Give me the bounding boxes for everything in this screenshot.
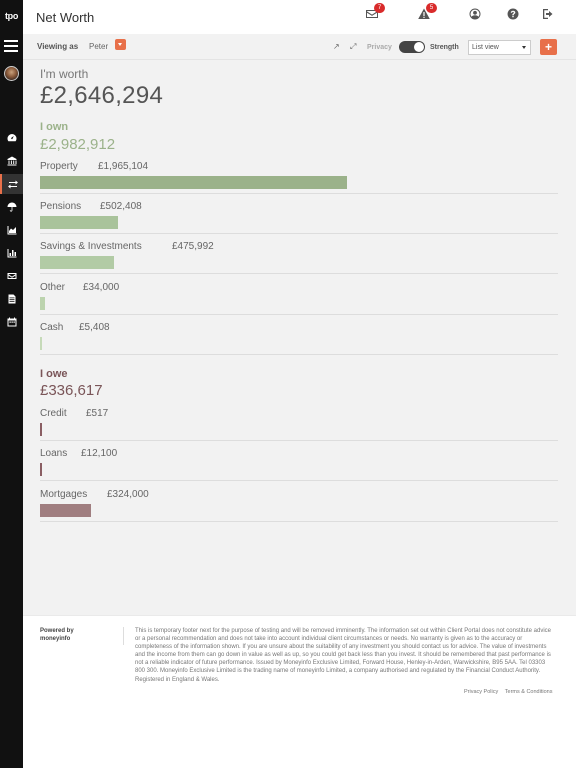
footer: Powered by moneyinfo This is temporary f… (23, 615, 576, 768)
liability-value: £517 (86, 408, 109, 419)
divider (40, 193, 558, 194)
liabilities-label: I owe (40, 368, 68, 380)
messages-icon[interactable]: 7 (366, 3, 385, 21)
transfer-icon[interactable] (0, 174, 23, 194)
envelope-icon[interactable] (0, 266, 23, 286)
asset-value: £475,992 (172, 241, 214, 252)
divider (40, 233, 558, 234)
liability-row-loans[interactable]: Loans £12,100 (40, 448, 558, 488)
bank-icon[interactable] (0, 151, 23, 171)
calendar-icon[interactable] (0, 312, 23, 332)
toolbar: Viewing as Peter ↗ ⤢ Privacy Strength Li… (23, 34, 576, 60)
view-select[interactable]: List view (468, 40, 531, 55)
liability-bar (40, 504, 91, 517)
privacy-policy-link[interactable]: Privacy Policy (464, 689, 498, 695)
asset-row-property[interactable]: Property £1,965,104 (40, 161, 558, 201)
area-chart-icon[interactable] (0, 220, 23, 240)
warning-icon[interactable]: 5 (418, 3, 437, 21)
viewing-as-label: Viewing as (37, 42, 79, 51)
liability-row-mortgages[interactable]: Mortgages £324,000 (40, 489, 558, 529)
add-button[interactable]: + (540, 39, 557, 55)
worth-value: £2,646,294 (40, 82, 164, 109)
assets-total: £2,982,912 (40, 136, 116, 153)
viewer-dropdown-button[interactable] (115, 39, 126, 50)
divider (40, 354, 558, 355)
liability-bar (40, 463, 42, 476)
dashboard-icon[interactable] (0, 128, 23, 148)
liability-label: Loans (40, 448, 68, 459)
user-icon[interactable] (469, 7, 483, 21)
asset-bar (40, 216, 118, 229)
asset-bar (40, 176, 347, 189)
liabilities-total: £336,617 (40, 382, 103, 399)
liability-value: £324,000 (107, 489, 149, 500)
asset-value: £34,000 (83, 282, 120, 293)
app-logo[interactable]: tpo (0, 11, 23, 21)
liability-value: £12,100 (81, 448, 118, 459)
alerts-badge: 5 (426, 3, 437, 13)
asset-label: Savings & Investments (40, 241, 142, 252)
footer-disclaimer: This is temporary footer next for the pu… (135, 628, 551, 683)
asset-row-savings-investments[interactable]: Savings & Investments £475,992 (40, 241, 558, 281)
asset-bar (40, 337, 42, 350)
divider (40, 314, 558, 315)
privacy-label: Privacy (367, 44, 392, 51)
messages-badge: 7 (374, 3, 385, 13)
terms-link[interactable]: Terms & Conditions (505, 689, 553, 695)
top-header: Net Worth 7 5 (23, 0, 576, 34)
liability-label: Mortgages (40, 489, 88, 500)
asset-label: Cash (40, 322, 64, 333)
assets-label: I own (40, 121, 69, 133)
asset-label: Other (40, 282, 66, 293)
page-title: Net Worth (36, 10, 95, 25)
net-worth-panel: I'm worth £2,646,294 I own £2,982,912 Pr… (23, 60, 576, 615)
document-icon[interactable] (0, 289, 23, 309)
strength-label: Strength (430, 44, 459, 51)
asset-label: Pensions (40, 201, 82, 212)
asset-row-cash[interactable]: Cash £5,408 (40, 322, 558, 362)
bar-chart-icon[interactable] (0, 243, 23, 263)
asset-value: £5,408 (79, 322, 110, 333)
umbrella-icon[interactable] (0, 197, 23, 217)
powered-by: Powered by moneyinfo (40, 628, 74, 642)
asset-row-pensions[interactable]: Pensions £502,408 (40, 201, 558, 241)
avatar[interactable] (4, 66, 19, 81)
collapse-icon[interactable]: ↗ (333, 42, 340, 51)
footer-links: Privacy Policy Terms & Conditions (459, 689, 552, 695)
viewer-name: Peter (89, 42, 109, 51)
asset-bar (40, 256, 114, 269)
asset-label: Property (40, 161, 78, 172)
footer-divider (123, 627, 124, 645)
divider (40, 273, 558, 274)
sign-out-icon[interactable] (542, 7, 556, 21)
liability-label: Credit (40, 408, 67, 419)
divider (40, 480, 558, 481)
liability-bar (40, 423, 42, 436)
sidebar: tpo (0, 0, 23, 768)
asset-row-other[interactable]: Other £34,000 (40, 282, 558, 322)
menu-icon[interactable] (4, 40, 18, 52)
asset-value: £502,408 (100, 201, 142, 212)
expand-icon[interactable]: ⤢ (350, 42, 356, 52)
asset-bar (40, 297, 45, 310)
worth-label: I'm worth (40, 67, 89, 81)
view-select-value: List view (472, 44, 499, 51)
privacy-strength-toggle[interactable] (399, 41, 425, 53)
divider (40, 440, 558, 441)
asset-value: £1,965,104 (98, 161, 149, 172)
liability-row-credit[interactable]: Credit £517 (40, 408, 558, 448)
divider (40, 521, 558, 522)
help-icon[interactable] (507, 7, 521, 21)
